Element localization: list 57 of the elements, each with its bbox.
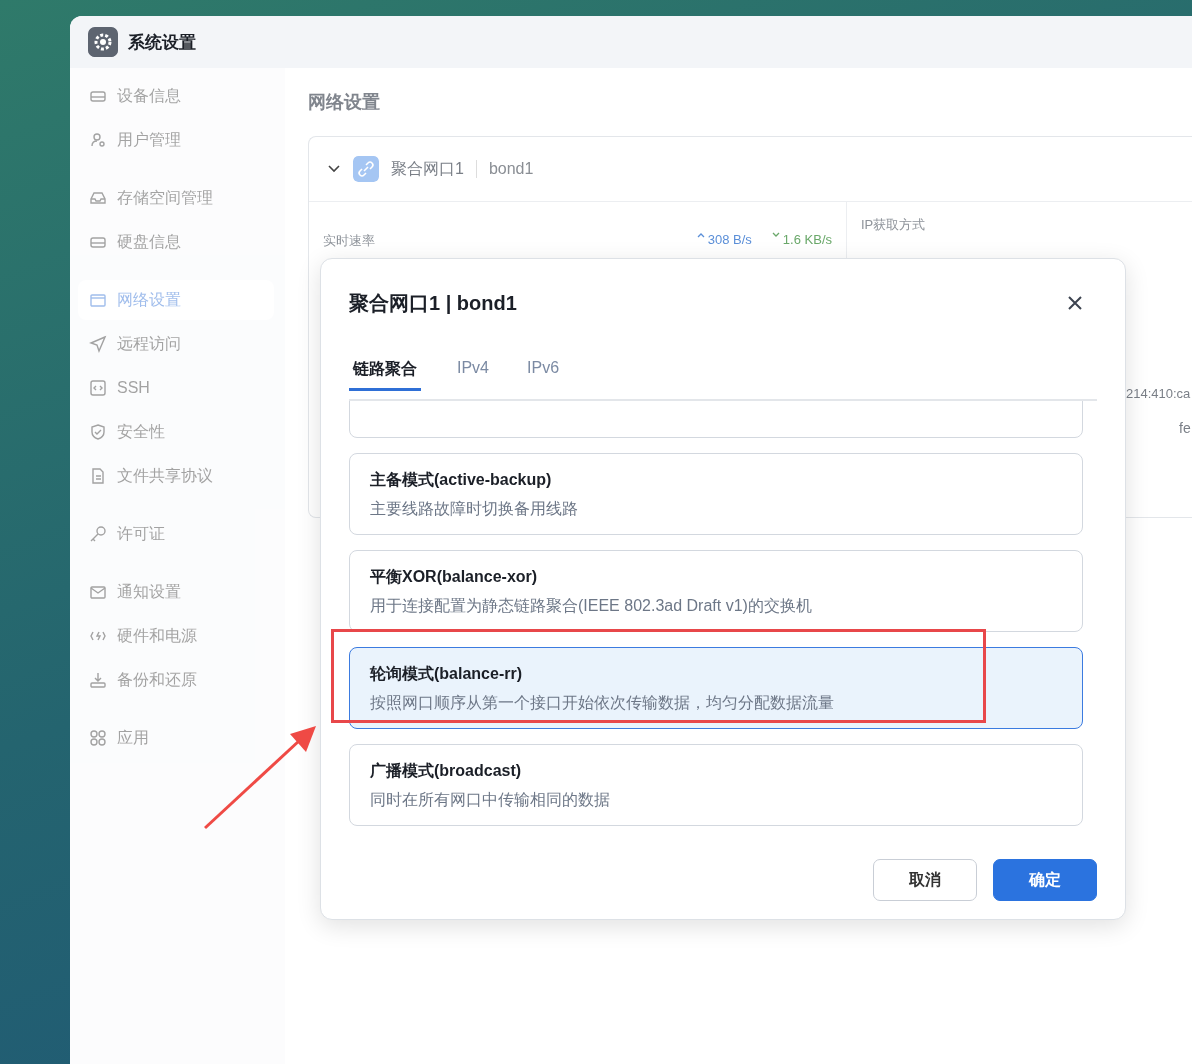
document-icon (89, 467, 107, 485)
sidebar-item[interactable]: 备份和还原 (78, 660, 274, 700)
tab[interactable]: IPv4 (455, 355, 491, 401)
mail-icon (89, 583, 107, 601)
cancel-button[interactable]: 取消 (873, 859, 977, 901)
sidebar-item[interactable]: 远程访问 (78, 324, 274, 364)
address-value: 214:410:ca (1126, 386, 1191, 401)
sidebar-item[interactable]: 通知设置 (78, 572, 274, 612)
upload-speed: 308 B/s (707, 232, 752, 247)
option-title: 广播模式(broadcast) (370, 761, 523, 781)
sidebar-item[interactable]: 设备信息 (78, 76, 274, 116)
user-icon (89, 131, 107, 149)
sidebar-item[interactable]: 硬盘信息 (78, 222, 274, 262)
shield-icon (89, 423, 107, 441)
option-description: 按照网口顺序从第一个接口开始依次传输数据，均匀分配数据流量 (370, 693, 835, 713)
sidebar-item[interactable]: 许可证 (78, 514, 274, 554)
window-title: 系统设置 (128, 31, 196, 54)
option-card[interactable]: 轮询模式(balance-rr) 按照网口顺序从第一个接口开始依次传输数据，均匀分配数据流量 (349, 647, 1083, 729)
option-card[interactable]: 主备模式(active-backup) 主要线路故障时切换备用线路 (349, 453, 1083, 535)
download-speed: 1.6 KB/s (782, 232, 832, 247)
tab[interactable]: IPv6 (525, 355, 562, 401)
confirm-button[interactable]: 确定 (993, 859, 1097, 901)
grid-icon (89, 729, 107, 747)
gear-icon (88, 27, 118, 57)
option-description: 用于连接配置为静态链路聚合(IEEE 802.3ad Draft v1)的交换机 (370, 596, 813, 616)
sidebar-item[interactable]: 应用 (78, 718, 274, 758)
inbox-icon (89, 189, 107, 207)
interface-name: 聚合网口1 (391, 158, 464, 179)
option-title: 平衡XOR(balance-xor) (370, 567, 539, 587)
sidebar-item[interactable]: 存储空间管理 (78, 178, 274, 218)
option-card[interactable]: 平衡XOR(balance-xor) 用于连接配置为静态链路聚合(IEEE 802.3ad Draft v1)的交换机 (349, 550, 1083, 632)
caret-up-icon (696, 232, 705, 238)
sidebar-item[interactable]: 用户管理 (78, 120, 274, 160)
key-icon (89, 525, 107, 543)
tab[interactable]: 链路聚合 (349, 355, 421, 391)
device-name: bond1 (475, 160, 534, 178)
option-description: 主要线路故障时切换备用线路 (370, 499, 579, 519)
sidebar-item[interactable]: 硬件和电源 (78, 616, 274, 656)
sidebar-item[interactable]: 安全性 (78, 412, 274, 452)
send-icon (89, 335, 107, 353)
option-title: 主备模式(active-backup) (370, 470, 553, 490)
window-icon (89, 291, 107, 309)
option-description: 同时在所有网口中传输相同的数据 (370, 790, 611, 810)
option-card[interactable]: 广播模式(broadcast) 同时在所有网口中传输相同的数据 (349, 744, 1083, 826)
sidebar-item[interactable]: SSH (78, 368, 274, 408)
code-icon (89, 379, 107, 397)
caret-down-icon (771, 232, 780, 238)
sidebar-item[interactable]: 文件共享协议 (78, 456, 274, 496)
field-label: IP获取方式 (861, 217, 926, 232)
dialog-title: 聚合网口1 | bond1 (349, 290, 517, 316)
link-icon (353, 156, 379, 182)
download-icon (89, 671, 107, 689)
page-title: 网络设置 (308, 91, 380, 114)
address-value: fe (1179, 420, 1191, 436)
speed-label: 实时速率 (323, 232, 376, 250)
close-icon[interactable] (1067, 295, 1083, 311)
option-title: 轮询模式(balance-rr) (370, 664, 524, 684)
